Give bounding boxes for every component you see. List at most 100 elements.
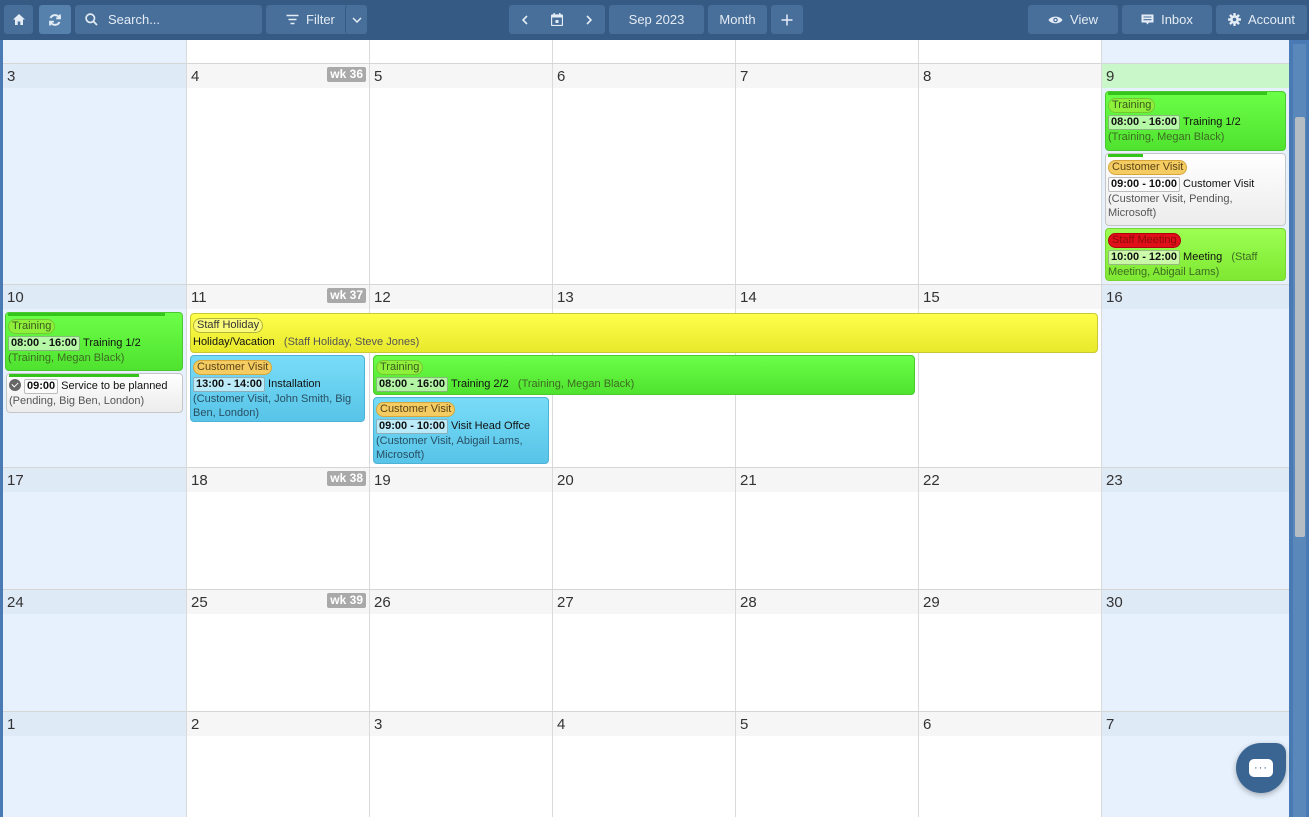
day-cell[interactable]: 5 bbox=[369, 64, 552, 284]
account-button[interactable]: Account bbox=[1216, 5, 1307, 34]
day-number[interactable]: 1 bbox=[3, 712, 186, 736]
day-number[interactable]: 5 bbox=[736, 712, 918, 736]
day-cell[interactable]: 7 bbox=[735, 64, 918, 284]
day-number[interactable]: 8 bbox=[919, 64, 1101, 88]
day-number[interactable]: 24 bbox=[3, 590, 186, 614]
day-number[interactable]: 27 bbox=[553, 590, 735, 614]
day-cell[interactable]: 6 bbox=[918, 712, 1101, 817]
view-mode-button[interactable]: Month bbox=[708, 5, 767, 34]
day-number[interactable]: 6 bbox=[919, 712, 1101, 736]
day-number[interactable]: 22 bbox=[919, 468, 1101, 492]
day-cell[interactable]: 22 bbox=[918, 468, 1101, 589]
day-cell[interactable]: 29 bbox=[918, 590, 1101, 711]
account-label: Account bbox=[1248, 12, 1295, 27]
calendar-event[interactable]: Staff Holiday Holiday/Vacation (Staff Hol… bbox=[190, 313, 1098, 353]
calendar-event[interactable]: Customer Visit 09:00 - 10:00 Visit Head Of… bbox=[373, 397, 549, 464]
today-button[interactable] bbox=[541, 5, 573, 34]
inbox-button[interactable]: Inbox bbox=[1122, 5, 1212, 34]
day-number[interactable]: 4 bbox=[553, 712, 735, 736]
day-cell[interactable]: 17 bbox=[3, 468, 186, 589]
day-cell[interactable]: 24 bbox=[3, 590, 186, 711]
day-number[interactable]: 15 bbox=[919, 285, 1101, 309]
day-number[interactable]: 12 bbox=[370, 285, 552, 309]
day-number[interactable]: 30 bbox=[1102, 590, 1289, 614]
calendar-event[interactable]: 09:00 Service to be planned (Pending, Big … bbox=[6, 373, 183, 413]
day-cell[interactable]: 16 bbox=[1101, 285, 1289, 467]
chevron-right-icon bbox=[586, 14, 592, 25]
event-category-tag: Customer Visit bbox=[376, 402, 456, 417]
day-cell[interactable] bbox=[3, 40, 186, 63]
calendar-event[interactable]: Training 08:00 - 16:00 Training 2/2 (Train… bbox=[373, 355, 915, 395]
event-title: Meeting bbox=[1183, 251, 1223, 263]
day-number[interactable]: 3 bbox=[3, 64, 186, 88]
day-cell[interactable]: 23 bbox=[1101, 468, 1289, 589]
day-number[interactable]: 7 bbox=[1102, 712, 1289, 736]
calendar-event[interactable]: Training 08:00 - 16:00 Training 1/2 (Traini… bbox=[1105, 91, 1286, 151]
day-cell[interactable]: 30 bbox=[1101, 590, 1289, 711]
refresh-button[interactable] bbox=[39, 5, 71, 34]
day-number[interactable]: 13 bbox=[553, 285, 735, 309]
refresh-icon bbox=[48, 13, 62, 27]
previous-period-button[interactable] bbox=[509, 5, 541, 34]
calendar-event[interactable]: Training 08:00 - 16:00 Training 1/2 (Traini… bbox=[5, 312, 183, 371]
chat-button[interactable]: ··· bbox=[1236, 743, 1286, 793]
day-cell[interactable]: 5 bbox=[735, 712, 918, 817]
scrollbar-thumb[interactable] bbox=[1295, 117, 1305, 537]
day-cell[interactable]: 18 wk 38 bbox=[186, 468, 369, 589]
day-number[interactable]: 14 bbox=[736, 285, 918, 309]
day-cell[interactable]: 2 bbox=[186, 712, 369, 817]
day-cell[interactable]: 3 bbox=[3, 64, 186, 284]
plus-icon bbox=[781, 14, 793, 26]
day-number[interactable]: 3 bbox=[370, 712, 552, 736]
day-number[interactable]: 6 bbox=[553, 64, 735, 88]
event-details: (Training, Megan Black) bbox=[1108, 131, 1225, 143]
day-number[interactable]: 28 bbox=[736, 590, 918, 614]
day-number[interactable]: 23 bbox=[1102, 468, 1289, 492]
day-number[interactable]: 2 bbox=[187, 712, 369, 736]
day-cell[interactable] bbox=[369, 40, 552, 63]
add-event-button[interactable] bbox=[771, 5, 803, 34]
search-input[interactable]: Search... bbox=[75, 5, 262, 34]
home-button[interactable] bbox=[4, 5, 33, 34]
day-number[interactable]: 10 bbox=[3, 285, 186, 309]
day-number[interactable]: 21 bbox=[736, 468, 918, 492]
day-cell[interactable] bbox=[918, 40, 1101, 63]
day-cell[interactable] bbox=[735, 40, 918, 63]
period-picker-button[interactable]: Sep 2023 bbox=[609, 5, 704, 34]
day-number[interactable]: 29 bbox=[919, 590, 1101, 614]
day-number[interactable]: 20 bbox=[553, 468, 735, 492]
event-details: (Staff Holiday, Steve Jones) bbox=[283, 336, 420, 348]
filter-dropdown-button[interactable] bbox=[345, 5, 367, 34]
day-cell[interactable]: 26 bbox=[369, 590, 552, 711]
day-cell[interactable] bbox=[186, 40, 369, 63]
day-number[interactable]: 26 bbox=[370, 590, 552, 614]
day-cell[interactable]: 20 bbox=[552, 468, 735, 589]
day-cell[interactable]: 19 bbox=[369, 468, 552, 589]
day-cell[interactable]: 25 wk 39 bbox=[186, 590, 369, 711]
week-number-badge: wk 36 bbox=[327, 67, 366, 82]
next-period-button[interactable] bbox=[573, 5, 605, 34]
day-cell[interactable]: 4 bbox=[552, 712, 735, 817]
period-label: Sep 2023 bbox=[628, 12, 685, 27]
calendar-event[interactable]: Customer Visit 09:00 - 10:00 Customer Visi… bbox=[1105, 153, 1286, 226]
day-number[interactable]: 17 bbox=[3, 468, 186, 492]
day-cell[interactable] bbox=[552, 40, 735, 63]
day-cell[interactable]: 27 bbox=[552, 590, 735, 711]
day-cell[interactable]: 28 bbox=[735, 590, 918, 711]
day-cell[interactable]: 6 bbox=[552, 64, 735, 284]
day-cell[interactable]: 1 bbox=[3, 712, 186, 817]
day-number[interactable]: 7 bbox=[736, 64, 918, 88]
day-cell[interactable]: 3 bbox=[369, 712, 552, 817]
day-cell[interactable]: 8 bbox=[918, 64, 1101, 284]
view-button[interactable]: View bbox=[1028, 5, 1118, 34]
day-cell[interactable]: 4 wk 36 bbox=[186, 64, 369, 284]
day-cell[interactable]: 21 bbox=[735, 468, 918, 589]
calendar-event[interactable]: Customer Visit 13:00 - 14:00 Installation (… bbox=[190, 355, 365, 422]
day-number[interactable]: 19 bbox=[370, 468, 552, 492]
day-number[interactable]: 5 bbox=[370, 64, 552, 88]
calendar-event[interactable]: Staff Meeting 10:00 - 12:00 Meeting (Staff… bbox=[1105, 228, 1286, 281]
day-number[interactable]: 9 bbox=[1102, 64, 1289, 88]
event-title: Installation bbox=[268, 378, 321, 390]
day-number[interactable]: 16 bbox=[1102, 285, 1289, 309]
day-cell[interactable] bbox=[1101, 40, 1289, 63]
